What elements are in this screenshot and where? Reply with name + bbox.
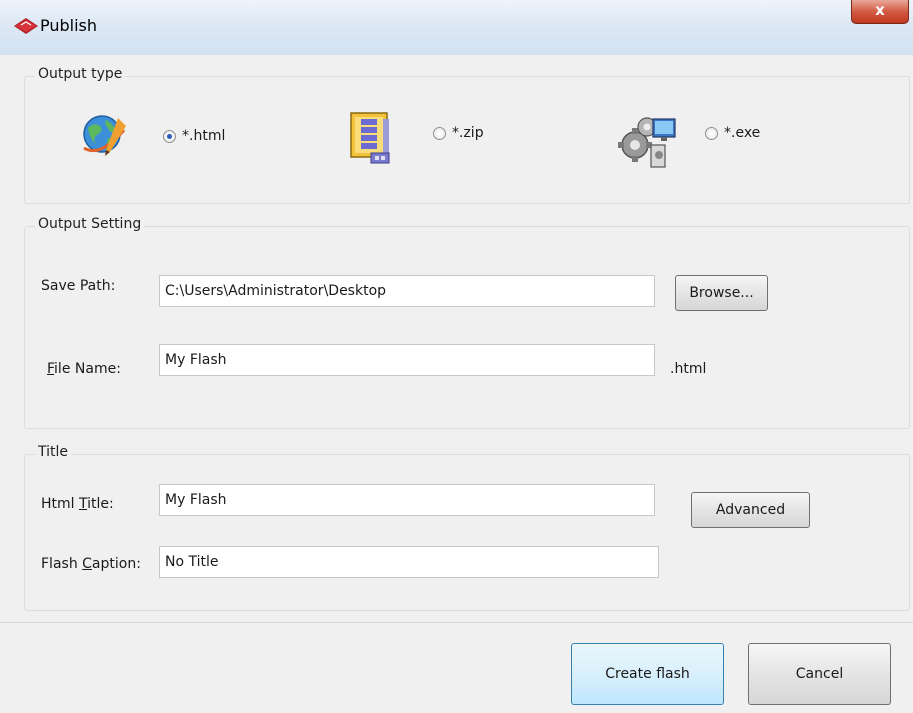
radio-exe-label: *.exe [724,125,761,141]
close-icon: x [875,1,885,19]
html-title-label-prefix: Html [41,496,79,512]
browse-button[interactable]: Browse... [675,275,768,311]
radio-html[interactable] [163,129,176,143]
file-name-input[interactable] [159,344,655,376]
flash-caption-label: Flash Caption: [41,556,141,572]
file-extension-label: .html [670,361,707,377]
app-icon [14,18,38,34]
title-bar: Publish x [0,0,913,56]
output-setting-group: Output Setting Save Path: Browse... File… [24,216,910,429]
flash-caption-label-prefix: Flash [41,556,83,572]
flash-caption-label-suffix: aption: [91,556,141,572]
html-title-label-suffix: itle: [87,496,114,512]
file-name-access-key: F [47,361,55,377]
save-path-input[interactable] [159,275,655,307]
radio-zip-option[interactable]: *.zip [433,125,484,141]
flash-caption-input[interactable] [159,546,659,578]
radio-exe[interactable] [705,126,718,140]
save-path-label: Save Path: [41,278,116,294]
file-name-label-text: ile Name: [54,361,121,377]
title-group: Title Html Title: Advanced Flash Caption… [24,444,910,611]
html-title-input[interactable] [159,484,655,516]
close-button[interactable]: x [851,0,909,24]
cancel-button[interactable]: Cancel [748,643,891,705]
flash-caption-access-key: C [82,556,92,572]
file-name-label: File Name: [47,361,121,377]
output-type-group: Output type *.html *.zip *.exe [24,66,910,204]
radio-zip-label: *.zip [452,125,484,141]
html-title-label: Html Title: [41,496,114,512]
radio-html-option[interactable]: *.html [163,128,225,144]
window-title: Publish [40,16,98,35]
radio-html-label: *.html [182,128,226,144]
radio-zip[interactable] [433,126,446,140]
gears-computer-icon [618,117,676,168]
create-flash-button[interactable]: Create flash [571,643,724,705]
title-legend: Title [35,444,72,460]
html-title-access-key: T [79,496,88,512]
radio-exe-option[interactable]: *.exe [705,125,760,141]
output-setting-legend: Output Setting [35,216,145,232]
output-type-legend: Output type [35,66,126,82]
advanced-button[interactable]: Advanced [691,492,810,528]
globe-icon [83,115,126,156]
dialog-body: Output type *.html *.zip *.exe Output Se… [0,55,913,713]
footer-separator [0,622,913,623]
zip-archive-icon [350,112,390,164]
